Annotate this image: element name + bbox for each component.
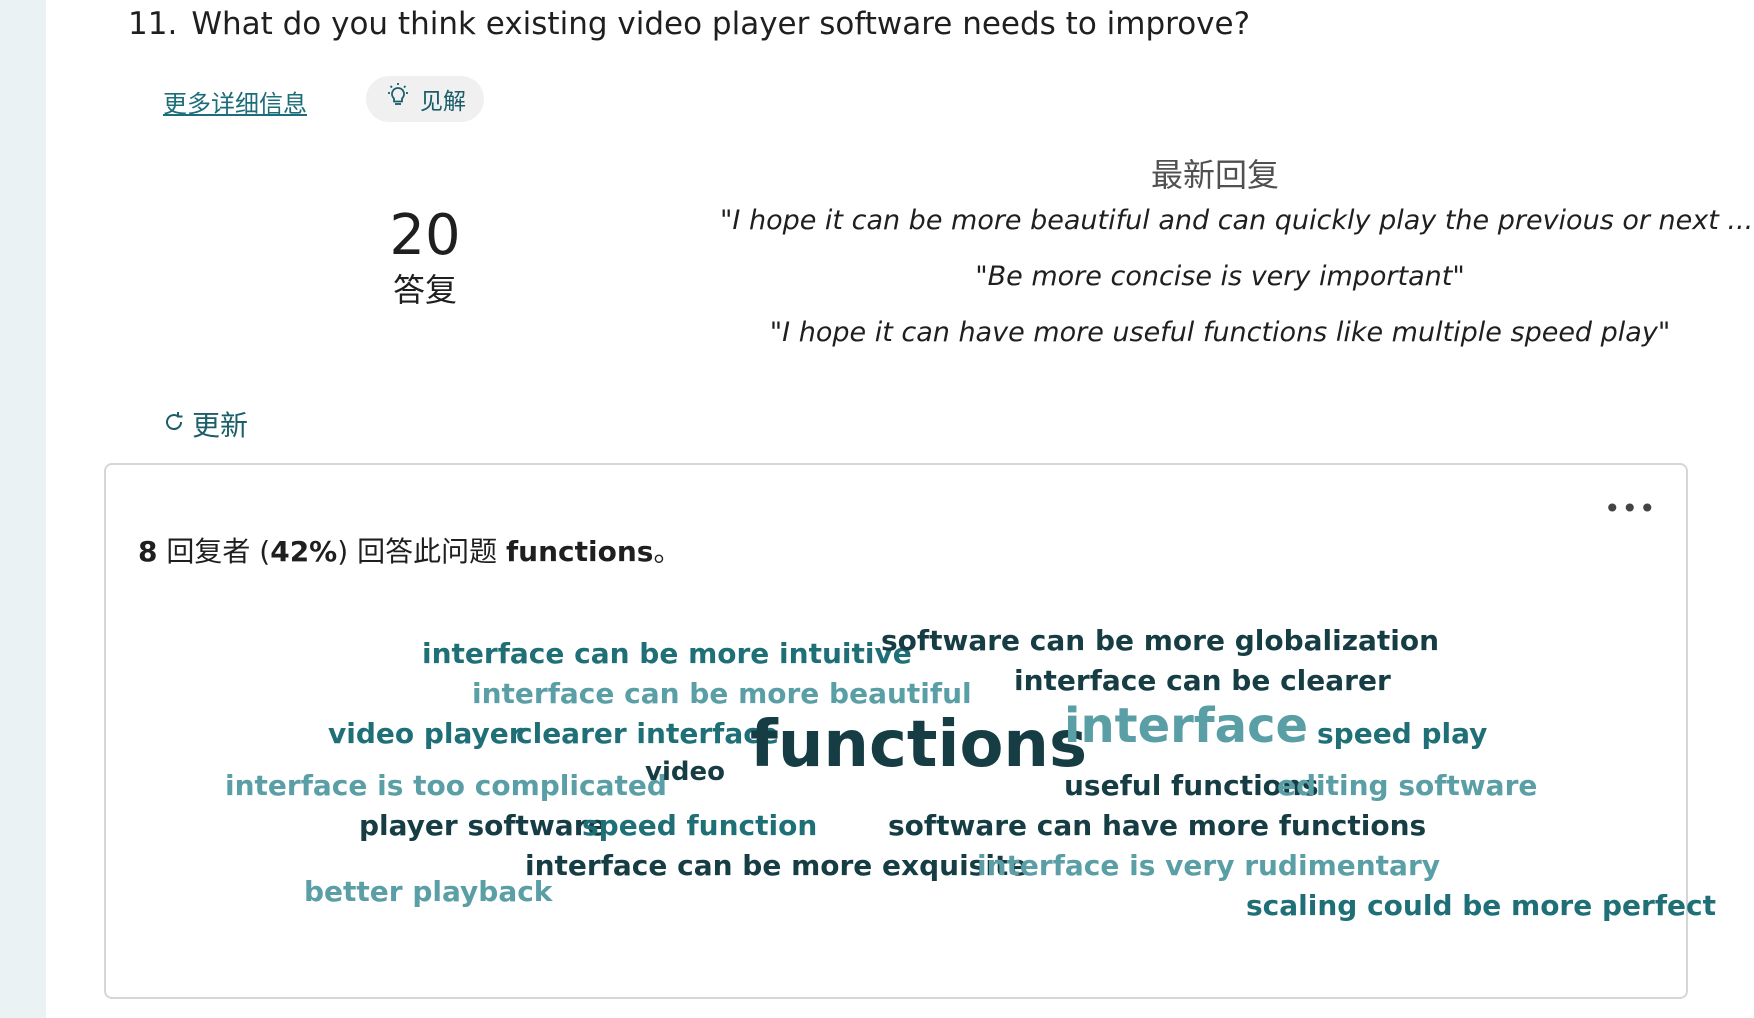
word-cloud-term[interactable]: interface can be more exquisite xyxy=(525,852,1027,880)
response-count: 20 答复 xyxy=(330,204,520,312)
latest-response-quote: "I hope it can be more beautiful and can… xyxy=(720,205,1754,236)
word-cloud-term[interactable]: scaling could be more perfect xyxy=(1246,892,1716,920)
lightbulb-icon xyxy=(384,82,412,116)
insights-label: 见解 xyxy=(420,89,466,115)
word-cloud-term[interactable]: interface is very rudimentary xyxy=(977,852,1440,880)
word-cloud-term[interactable]: functions xyxy=(750,713,1087,777)
word-cloud-term[interactable]: video xyxy=(645,759,725,785)
word-cloud-term[interactable]: software can be more globalization xyxy=(881,627,1439,655)
insights-button[interactable]: 见解 xyxy=(366,76,484,122)
word-cloud-term[interactable]: video player xyxy=(328,720,523,748)
word-cloud-term[interactable]: software can have more functions xyxy=(888,812,1426,840)
refresh-button[interactable]: 更新 xyxy=(162,404,248,444)
question-title: 11. What do you think existing video play… xyxy=(128,6,1250,42)
word-cloud-term[interactable]: player software xyxy=(359,812,607,840)
word-cloud-term[interactable]: interface is too complicated xyxy=(225,772,667,800)
left-gutter xyxy=(0,0,46,1018)
word-cloud-term[interactable]: editing software xyxy=(1277,772,1537,800)
question-number: 11. xyxy=(128,6,178,42)
word-cloud-term[interactable]: interface can be more intuitive xyxy=(422,640,912,668)
word-cloud: interface can be more intuitive software… xyxy=(106,465,1716,997)
word-cloud-term[interactable]: clearer interface xyxy=(516,720,779,748)
word-cloud-term[interactable]: better playback xyxy=(304,878,552,906)
latest-response-quote: "Be more concise is very important" xyxy=(975,261,1465,292)
refresh-label: 更新 xyxy=(192,409,249,442)
latest-response-quote: "I hope it can have more useful function… xyxy=(769,317,1671,348)
word-cloud-term[interactable]: interface can be clearer xyxy=(1014,667,1391,695)
question-text: What do you think existing video player … xyxy=(191,6,1251,42)
word-cloud-term[interactable]: speed play xyxy=(1317,720,1487,748)
more-details-link[interactable]: 更多详细信息 xyxy=(163,84,307,119)
response-count-number: 20 xyxy=(389,203,461,268)
latest-responses-title: 最新回复 xyxy=(1150,156,1279,194)
response-count-label: 答复 xyxy=(392,271,457,309)
word-cloud-term[interactable]: interface xyxy=(1064,702,1308,750)
word-cloud-card: ••• 8 回复者 (42%) 回答此问题 functions。 interfa… xyxy=(104,463,1716,999)
refresh-icon xyxy=(162,408,186,441)
word-cloud-term[interactable]: interface can be more beautiful xyxy=(472,680,972,708)
word-cloud-term[interactable]: speed function xyxy=(582,812,817,840)
